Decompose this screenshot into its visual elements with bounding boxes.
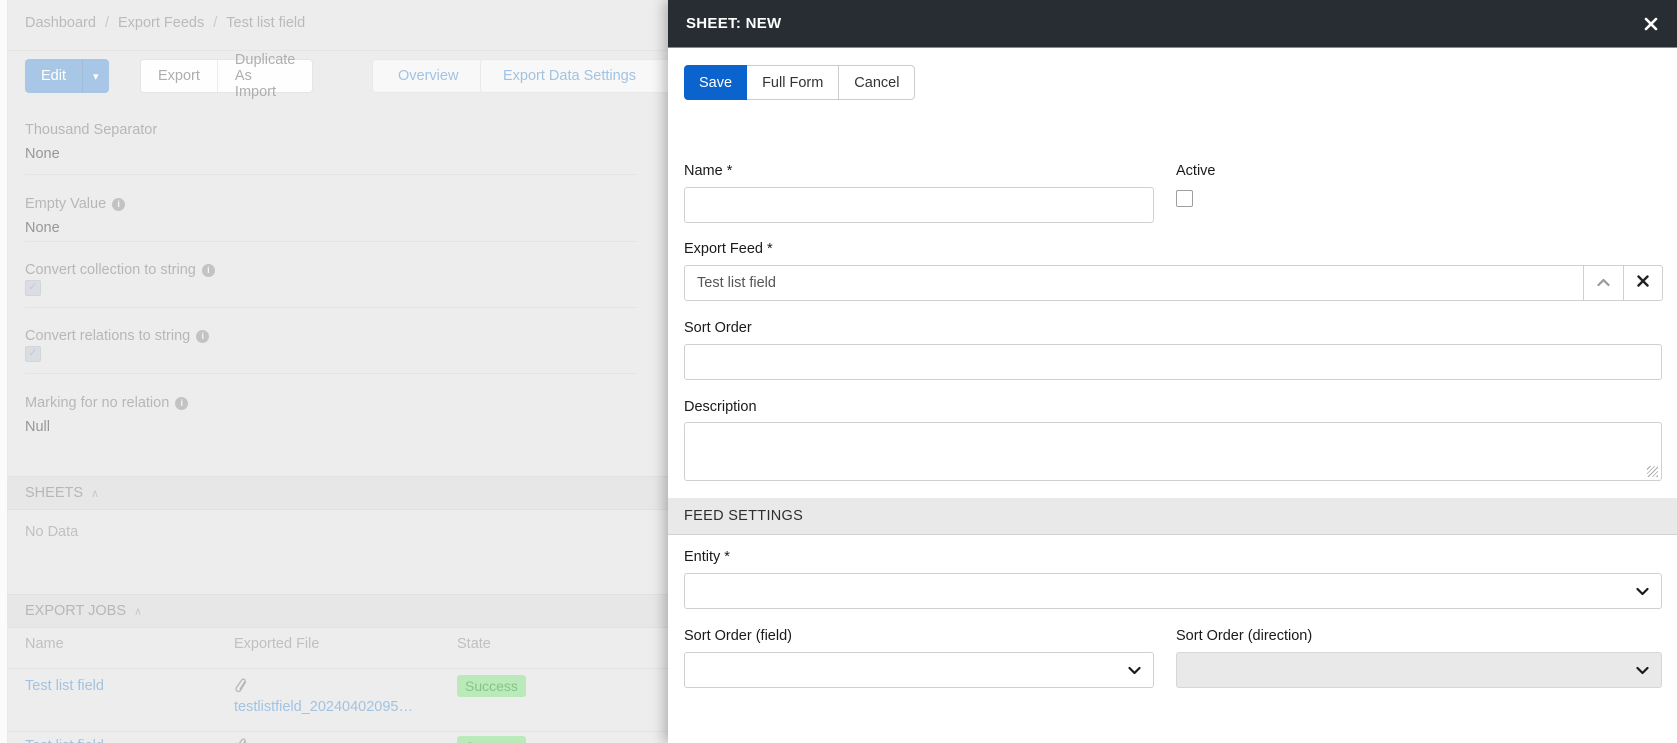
chevron-down-icon xyxy=(1128,666,1141,675)
cancel-button[interactable]: Cancel xyxy=(839,65,916,100)
sheet-new-modal: SHEET: NEW Save Full Form Cancel Name * … xyxy=(668,0,1677,743)
feed-settings-title: FEED SETTINGS xyxy=(684,508,804,524)
export-feed-label: Export Feed * xyxy=(684,241,773,257)
sort-order-field-label: Sort Order (field) xyxy=(684,628,792,644)
clear-x-icon xyxy=(1637,275,1649,291)
select-record-button[interactable] xyxy=(1583,265,1623,301)
sort-order-label: Sort Order xyxy=(684,320,752,336)
sort-order-field-select[interactable] xyxy=(684,652,1154,688)
screen: Dashboard / Export Feeds / Test list field E… xyxy=(0,0,1677,743)
name-input[interactable] xyxy=(684,187,1154,223)
entity-select[interactable] xyxy=(684,573,1662,609)
active-label: Active xyxy=(1176,163,1216,179)
export-feed-field: Test list field xyxy=(684,265,1663,301)
save-button[interactable]: Save xyxy=(684,65,748,100)
description-label: Description xyxy=(684,399,757,415)
modal-backdrop[interactable] xyxy=(0,0,670,743)
description-textarea[interactable] xyxy=(684,422,1662,481)
modal-title: SHEET: NEW xyxy=(686,15,782,32)
chevron-down-icon xyxy=(1636,666,1649,675)
active-checkbox[interactable] xyxy=(1176,190,1193,207)
close-icon[interactable] xyxy=(1643,16,1659,32)
resize-grip-icon[interactable] xyxy=(1647,466,1658,477)
feed-settings-section-header: FEED SETTINGS xyxy=(668,498,1677,535)
sort-order-direction-select[interactable] xyxy=(1176,652,1662,688)
name-label: Name * xyxy=(684,163,733,179)
export-feed-value[interactable]: Test list field xyxy=(684,265,1583,301)
sort-order-direction-label: Sort Order (direction) xyxy=(1176,628,1313,644)
sort-order-input[interactable] xyxy=(684,344,1662,380)
clear-record-button[interactable] xyxy=(1623,265,1663,301)
entity-label: Entity * xyxy=(684,549,730,565)
chevron-down-icon xyxy=(1636,587,1649,596)
full-form-button[interactable]: Full Form xyxy=(747,65,840,100)
modal-actions: Save Full Form Cancel xyxy=(684,65,916,100)
chevron-up-icon xyxy=(1597,275,1610,291)
modal-header: SHEET: NEW xyxy=(668,0,1677,48)
